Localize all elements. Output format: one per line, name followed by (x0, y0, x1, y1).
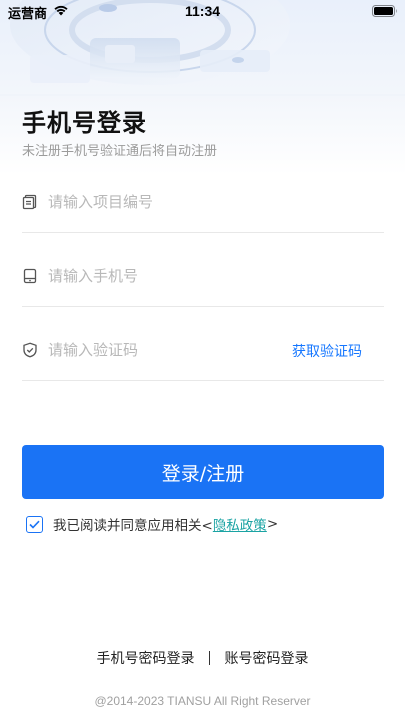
verification-code-input[interactable] (48, 336, 268, 364)
clock-label: 11:34 (185, 3, 221, 19)
battery-icon (372, 5, 397, 17)
link-divider (209, 651, 210, 665)
login-register-button[interactable]: 登录/注册 (22, 445, 384, 499)
get-code-button[interactable]: 获取验证码 (292, 341, 362, 361)
alternate-login-links: 手机号密码登录 账号密码登录 (0, 648, 405, 668)
project-number-field (22, 176, 384, 233)
agreement-checkbox[interactable] (26, 515, 43, 533)
agreement-suffix: > (266, 516, 279, 532)
agreement-text: 我已阅读并同意应用相关< (53, 518, 213, 534)
phone-field (22, 250, 384, 307)
status-bar: 运营商 11:34 (0, 0, 405, 22)
account-password-login-link[interactable]: 账号密码登录 (224, 651, 308, 667)
page-title: 手机号登录 (22, 109, 147, 137)
phone-input[interactable] (48, 262, 288, 290)
phone-password-login-link[interactable]: 手机号密码登录 (97, 651, 195, 667)
phone-icon (23, 268, 37, 284)
page-subtitle: 未注册手机号验证通后将自动注册 (22, 144, 218, 159)
project-number-input[interactable] (48, 188, 288, 216)
verification-code-field: 获取验证码 (22, 324, 384, 381)
wifi-icon (54, 5, 68, 16)
document-icon (22, 194, 37, 210)
agreement-row: 我已阅读并同意应用相关< 隐私政策 > (26, 514, 278, 534)
check-icon (29, 520, 40, 529)
copyright-text: @2014-2023 TIANSU All Right Reserver (94, 694, 311, 708)
carrier-label: 运营商 (8, 7, 48, 22)
shield-icon (23, 342, 37, 358)
privacy-policy-link[interactable]: 隐私政策 (213, 514, 267, 534)
